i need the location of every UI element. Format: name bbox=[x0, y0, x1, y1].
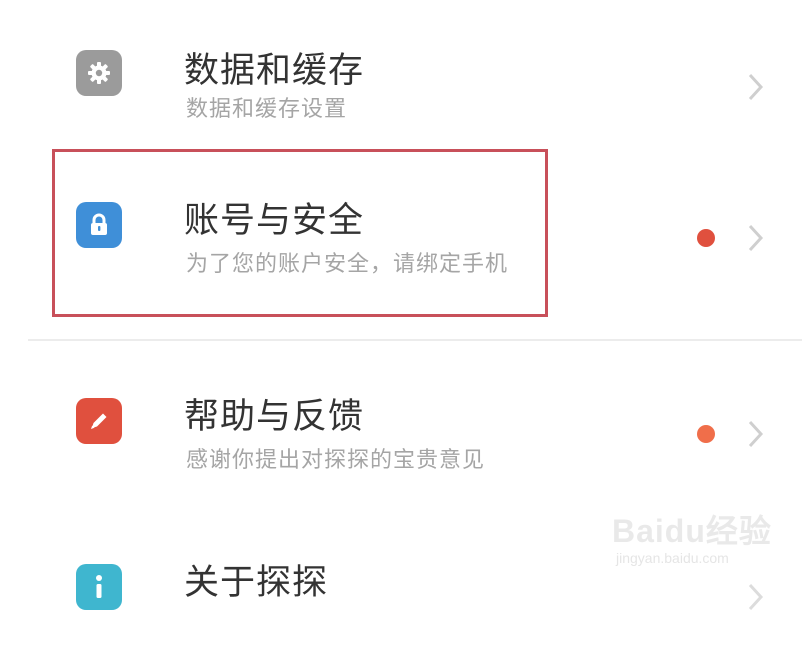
section-divider bbox=[28, 339, 802, 341]
chevron-right-icon bbox=[748, 224, 764, 252]
settings-item-subtitle: 感谢你提出对探探的宝贵意见 bbox=[186, 448, 486, 473]
watermark-logo: Baidu经验 bbox=[612, 513, 772, 549]
pencil-icon bbox=[76, 398, 122, 444]
settings-item-title: 关于探探 bbox=[184, 563, 329, 603]
info-icon bbox=[76, 564, 122, 610]
chevron-right-icon bbox=[748, 73, 764, 101]
notification-dot bbox=[697, 425, 715, 443]
watermark-url: jingyan.baidu.com bbox=[616, 550, 729, 566]
settings-item-help-feedback[interactable]: 帮助与反馈 感谢你提出对探探的宝贵意见 bbox=[0, 372, 802, 492]
settings-item-title: 帮助与反馈 bbox=[184, 397, 365, 437]
chevron-right-icon bbox=[748, 583, 764, 611]
settings-item-data-cache[interactable]: 数据和缓存 数据和缓存设置 bbox=[0, 18, 802, 138]
notification-dot bbox=[697, 229, 715, 247]
settings-item-subtitle: 数据和缓存设置 bbox=[186, 97, 348, 122]
chevron-right-icon bbox=[748, 420, 764, 448]
gear-icon bbox=[76, 50, 122, 96]
highlight-box bbox=[52, 149, 548, 317]
watermark: Baidu经验 jingyan.baidu.com bbox=[612, 506, 792, 576]
settings-item-title: 数据和缓存 bbox=[184, 51, 365, 91]
